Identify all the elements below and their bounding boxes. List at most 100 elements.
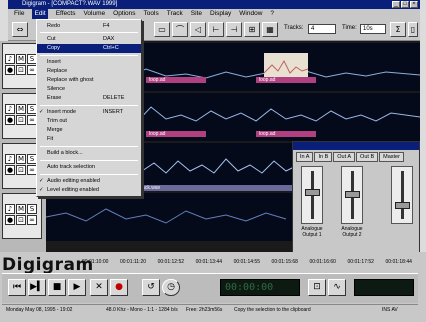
speaker-icon[interactable]: ♪	[5, 54, 15, 64]
fader-knob[interactable]	[345, 190, 360, 198]
fader-master[interactable]	[391, 166, 413, 224]
fader-output-1[interactable]	[301, 166, 323, 224]
monitor-icon[interactable]: ▯	[408, 22, 418, 37]
scrub-icon[interactable]: ⊡	[308, 279, 326, 296]
menu-item-replace-with-ghost[interactable]: Replace with ghost	[37, 76, 141, 85]
tool-envelope-icon[interactable]: ⌒	[172, 22, 188, 37]
menu-item-audio-editing[interactable]: ✓ Audio editing enabled	[37, 177, 141, 186]
menu-item-build-block[interactable]: Build a block...	[37, 149, 141, 158]
menu-item-label: Build a block...	[47, 150, 83, 156]
menu-item-redo[interactable]: Redo F4	[37, 22, 141, 31]
menu-item-insert-mode[interactable]: ✓ Insert mode INSERT	[37, 108, 141, 117]
menu-item-trim-out[interactable]: Trim out	[37, 117, 141, 126]
menu-item-cut[interactable]: Cut DAX	[37, 35, 141, 44]
maximize-button[interactable]: □	[401, 1, 409, 8]
menu-item-insert[interactable]: Insert	[37, 58, 141, 67]
menu-track[interactable]: Track	[167, 9, 183, 19]
menu-item-silence[interactable]: Silence	[37, 85, 141, 94]
menu-options[interactable]: Options	[113, 9, 135, 19]
record-arm-icon[interactable]: ●	[5, 165, 15, 175]
tab-in-a[interactable]: In A	[296, 152, 314, 162]
loop-x-icon[interactable]: ✕	[90, 279, 108, 296]
window-title-bar[interactable]: Digigram - [COMPACT?.WAV 1999] _ □ ×	[8, 0, 420, 9]
menu-item-erase[interactable]: Erase DELETE	[37, 94, 141, 103]
rewind-start-icon[interactable]: ⏮	[8, 279, 26, 296]
menu-tools[interactable]: Tools	[144, 9, 159, 19]
menu-item-replace[interactable]: Replace	[37, 67, 141, 76]
lock-icon[interactable]: ⊡	[16, 215, 26, 225]
menu-item-label: Audio editing enabled	[47, 178, 100, 184]
record-arm-icon[interactable]: ●	[5, 65, 15, 75]
menu-item-auto-track-selection[interactable]: Auto track selection	[37, 163, 141, 172]
tab-out-b[interactable]: Out B	[356, 152, 379, 162]
menu-item-level-editing[interactable]: ✓ Level editing enabled	[37, 186, 141, 195]
menu-item-shortcut: Ctrl+C	[103, 45, 119, 51]
metronome-icon[interactable]: ∿	[328, 279, 346, 296]
menu-window[interactable]: Window	[239, 9, 262, 19]
track-1-clip-1[interactable]: loop.ad	[146, 77, 206, 83]
lock-icon[interactable]: ⊡	[16, 65, 26, 75]
track-control-4[interactable]: ♪ M S ● ⊡ ∞	[2, 193, 42, 239]
menu-volume[interactable]: Volume	[83, 9, 105, 19]
loop-icon[interactable]: ↺	[142, 279, 160, 296]
tool-scrub-icon[interactable]: ◁	[190, 22, 206, 37]
track-2-clip-2[interactable]: loop.ad	[256, 131, 316, 137]
menu-item-merge[interactable]: Merge	[37, 126, 141, 135]
mute-icon[interactable]: M	[16, 154, 26, 164]
lock-icon[interactable]: ⊡	[16, 115, 26, 125]
fader-knob[interactable]	[305, 188, 320, 196]
fader-knob[interactable]	[395, 201, 410, 209]
mixer-title-bar[interactable]	[293, 142, 419, 150]
sum-icon[interactable]: Σ	[390, 22, 406, 37]
play-icon[interactable]: ▶	[68, 279, 86, 296]
record-arm-icon[interactable]: ●	[5, 115, 15, 125]
menu-site[interactable]: Site	[191, 9, 202, 19]
solo-icon[interactable]: S	[27, 204, 37, 214]
speaker-icon[interactable]: ♪	[5, 204, 15, 214]
track-3-clip-1[interactable]: track.wav	[136, 185, 296, 191]
tool-zoom-in-icon[interactable]: ⊣	[226, 22, 242, 37]
tool-select-icon[interactable]: ⇔	[12, 22, 28, 37]
record-icon[interactable]: ●	[110, 279, 128, 296]
tab-master[interactable]: Master	[379, 152, 404, 162]
tracks-select[interactable]: 4	[308, 24, 336, 34]
tool-clip-icon[interactable]: ▭	[154, 22, 170, 37]
track-2-buttons: ♪ M S ● ⊡ ∞	[5, 104, 37, 125]
menu-item-shortcut: INSERT	[103, 109, 124, 115]
menu-help[interactable]: ?	[270, 9, 274, 19]
link-icon[interactable]: ∞	[27, 215, 37, 225]
track-1-clip-2[interactable]: loop.ad	[256, 77, 316, 83]
speaker-icon[interactable]: ♪	[5, 154, 15, 164]
menu-edit[interactable]: Edit	[32, 9, 48, 19]
menu-effects[interactable]: Effects	[56, 9, 76, 19]
timeline-tick: 00:01:17:52	[347, 259, 374, 265]
track-2-clip-1[interactable]: loop.ad	[146, 131, 206, 137]
stop-icon[interactable]: ■	[48, 279, 66, 296]
menu-display[interactable]: Display	[210, 9, 231, 19]
tool-grid-icon[interactable]: ▦	[262, 22, 278, 37]
lock-icon[interactable]: ⊡	[16, 165, 26, 175]
tab-out-a[interactable]: Out A	[333, 152, 356, 162]
speaker-icon[interactable]: ♪	[5, 104, 15, 114]
close-button[interactable]: ×	[410, 1, 418, 8]
minimize-button[interactable]: _	[392, 1, 400, 8]
bottom-panel: Digigram 00:01:10:00 00:01:11:20 00:01:1…	[0, 252, 426, 322]
tab-in-b[interactable]: In B	[314, 152, 333, 162]
timeline-ruler[interactable]: 00:01:10:00 00:01:11:20 00:01:12:52 00:0…	[82, 259, 412, 267]
time-select[interactable]: 10s	[360, 24, 386, 34]
tool-zoom-out-icon[interactable]: ⊞	[244, 22, 260, 37]
menu-file[interactable]: File	[14, 9, 24, 19]
fader-output-2[interactable]	[341, 166, 363, 224]
clock-icon[interactable]: ◷	[162, 279, 180, 296]
mute-icon[interactable]: M	[16, 54, 26, 64]
fader-slot	[401, 171, 404, 219]
tool-marker-icon[interactable]: ⊢	[208, 22, 224, 37]
mute-icon[interactable]: M	[16, 204, 26, 214]
play-pause-icon[interactable]: ▶▍	[28, 279, 46, 296]
menu-item-copy[interactable]: Copy Ctrl+C	[37, 44, 141, 53]
timeline-tick: 00:01:10:00	[82, 259, 109, 265]
mute-icon[interactable]: M	[16, 104, 26, 114]
menu-item-fit[interactable]: Fit	[37, 135, 141, 144]
record-arm-icon[interactable]: ●	[5, 215, 15, 225]
clip-name: loop.ad	[259, 131, 276, 137]
